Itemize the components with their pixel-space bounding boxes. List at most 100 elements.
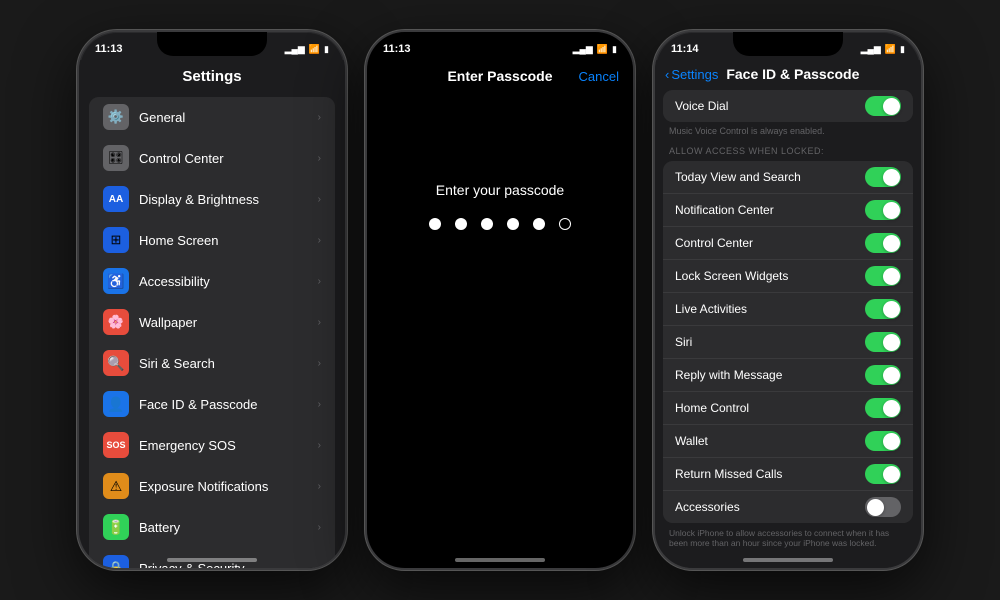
- siri-toggle[interactable]: [865, 332, 901, 352]
- power-button-2[interactable]: [633, 132, 635, 192]
- notification-center-toggle[interactable]: [865, 200, 901, 220]
- list-item[interactable]: 🔍 Siri & Search ›: [89, 343, 335, 384]
- privacy-icon: 🔒: [103, 555, 129, 568]
- control-center-icon: 🎛: [103, 145, 129, 171]
- vol-up-button-2[interactable]: [365, 112, 367, 152]
- list-item[interactable]: SOS Emergency SOS ›: [89, 425, 335, 466]
- vol-up-button-3[interactable]: [653, 112, 655, 152]
- toggle-knob: [883, 400, 900, 417]
- power-button-3[interactable]: [921, 132, 923, 192]
- toggle-knob: [867, 499, 884, 516]
- passcode-dot-2: [455, 218, 467, 230]
- passcode-dots: [429, 218, 571, 230]
- faceid-title: Face ID & Passcode: [726, 66, 859, 82]
- vol-down-button-3[interactable]: [653, 162, 655, 202]
- settings-label: Face ID & Passcode: [139, 397, 318, 412]
- passcode-dot-3: [481, 218, 493, 230]
- list-item[interactable]: 👤 Face ID & Passcode ›: [89, 384, 335, 425]
- toggle-knob: [883, 301, 900, 318]
- chevron-icon: ›: [318, 522, 321, 533]
- locked-access-group: Today View and Search Notification Cente…: [663, 161, 913, 523]
- chevron-icon: ›: [318, 153, 321, 164]
- toggle-label: Siri: [675, 335, 865, 349]
- wallet-toggle[interactable]: [865, 431, 901, 451]
- toggle-row-control-center[interactable]: Control Center: [663, 227, 913, 260]
- reply-message-toggle[interactable]: [865, 365, 901, 385]
- home-control-toggle[interactable]: [865, 398, 901, 418]
- back-button[interactable]: ‹ Settings: [665, 67, 718, 82]
- accessibility-icon: ♿: [103, 268, 129, 294]
- vol-down-button-2[interactable]: [365, 162, 367, 202]
- toggle-label: Home Control: [675, 401, 865, 415]
- settings-label: Accessibility: [139, 274, 318, 289]
- back-chevron-icon: ‹: [665, 67, 669, 82]
- signal-icon-3: ▂▄▆: [861, 44, 881, 55]
- status-icons-2: ▂▄▆ 📶 ▮: [573, 44, 617, 55]
- accessories-toggle[interactable]: [865, 497, 901, 517]
- list-item[interactable]: ⊞ Home Screen ›: [89, 220, 335, 261]
- battery-icon-2: ▮: [612, 44, 617, 55]
- toggle-row-lock-screen-widgets[interactable]: Lock Screen Widgets: [663, 260, 913, 293]
- toggle-row-live-activities[interactable]: Live Activities: [663, 293, 913, 326]
- signal-icon-2: ▂▄▆: [573, 44, 593, 55]
- toggle-row-accessories[interactable]: Accessories: [663, 491, 913, 523]
- toggle-row-reply-message[interactable]: Reply with Message: [663, 359, 913, 392]
- toggle-row-wallet[interactable]: Wallet: [663, 425, 913, 458]
- list-item[interactable]: ⚠ Exposure Notifications ›: [89, 466, 335, 507]
- passcode-dot-1: [429, 218, 441, 230]
- siri-icon: 🔍: [103, 350, 129, 376]
- toggle-label: Lock Screen Widgets: [675, 269, 865, 283]
- settings-label: Wallpaper: [139, 315, 318, 330]
- toggle-knob: [883, 202, 900, 219]
- toggle-row-siri[interactable]: Siri: [663, 326, 913, 359]
- voice-dial-note: Music Voice Control is always enabled.: [655, 124, 921, 140]
- passcode-cancel-button[interactable]: Cancel: [579, 69, 619, 84]
- section-label: ALLOW ACCESS WHEN LOCKED:: [655, 140, 921, 159]
- passcode-dot-6: [559, 218, 571, 230]
- vol-up-button-1[interactable]: [77, 112, 79, 152]
- passcode-header: Enter Passcode Cancel: [367, 60, 633, 92]
- passcode-prompt: Enter your passcode: [436, 182, 564, 198]
- display-icon: AA: [103, 186, 129, 212]
- toggle-label: Control Center: [675, 236, 865, 250]
- list-item[interactable]: AA Display & Brightness ›: [89, 179, 335, 220]
- toggle-knob: [883, 169, 900, 186]
- vol-down-button-1[interactable]: [77, 162, 79, 202]
- list-item[interactable]: 🌸 Wallpaper ›: [89, 302, 335, 343]
- battery-icon-3: ▮: [900, 44, 905, 55]
- return-missed-calls-toggle[interactable]: [865, 464, 901, 484]
- toggle-row-return-missed-calls[interactable]: Return Missed Calls: [663, 458, 913, 491]
- toggle-knob: [883, 98, 900, 115]
- faceid-screen: ‹ Settings Face ID & Passcode Voice Dial…: [655, 60, 921, 568]
- list-item[interactable]: ⚙️ General ›: [89, 97, 335, 138]
- live-activities-toggle[interactable]: [865, 299, 901, 319]
- back-label: Settings: [671, 67, 718, 82]
- toggle-row-voice-dial[interactable]: Voice Dial: [663, 90, 913, 122]
- toggle-label: Return Missed Calls: [675, 467, 865, 481]
- notch-2: [445, 32, 555, 56]
- status-icons-3: ▂▄▆ 📶 ▮: [861, 44, 905, 55]
- settings-label: General: [139, 110, 318, 125]
- settings-title: Settings: [79, 60, 345, 91]
- voice-dial-group: Voice Dial: [663, 90, 913, 122]
- toggle-row-today-view[interactable]: Today View and Search: [663, 161, 913, 194]
- power-button-1[interactable]: [345, 132, 347, 192]
- toggle-row-notification-center[interactable]: Notification Center: [663, 194, 913, 227]
- toggle-knob: [883, 235, 900, 252]
- home-indicator-2: [455, 558, 545, 562]
- chevron-icon: ›: [318, 112, 321, 123]
- settings-label: Display & Brightness: [139, 192, 318, 207]
- toggle-label: Accessories: [675, 500, 865, 514]
- chevron-icon: ›: [318, 358, 321, 369]
- battery-icon: 🔋: [103, 514, 129, 540]
- list-item[interactable]: 🔋 Battery ›: [89, 507, 335, 548]
- chevron-icon: ›: [318, 481, 321, 492]
- voice-dial-toggle[interactable]: [865, 96, 901, 116]
- list-item[interactable]: 🎛 Control Center ›: [89, 138, 335, 179]
- today-view-toggle[interactable]: [865, 167, 901, 187]
- list-item[interactable]: ♿ Accessibility ›: [89, 261, 335, 302]
- lock-screen-widgets-toggle[interactable]: [865, 266, 901, 286]
- toggle-row-home-control[interactable]: Home Control: [663, 392, 913, 425]
- settings-label: Exposure Notifications: [139, 479, 318, 494]
- control-center-toggle[interactable]: [865, 233, 901, 253]
